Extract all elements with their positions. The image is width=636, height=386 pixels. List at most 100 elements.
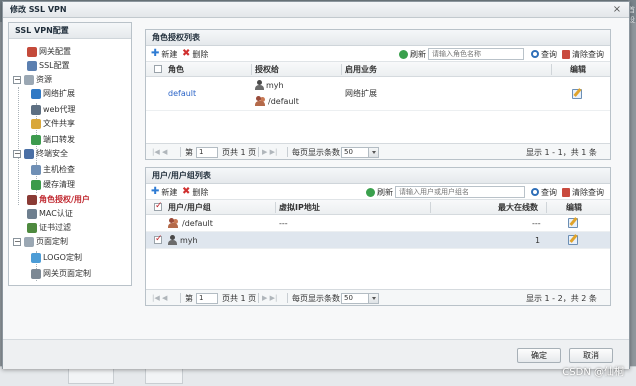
column-header-service: 启用业务 (345, 64, 377, 74)
role-delete-button[interactable]: ✖ 删除 (182, 49, 208, 59)
role-panel-title: 角色授权列表 (146, 30, 610, 46)
sidebar-item-label: 终端安全 (36, 149, 68, 158)
role-search-input[interactable] (428, 48, 524, 60)
user-group-icon (255, 96, 266, 106)
sidebar-item-web-proxy[interactable]: web代理 (31, 103, 76, 117)
edit-icon (568, 218, 578, 228)
table-row[interactable]: /default --- --- (146, 215, 610, 232)
column-header-max-online: 最大在线数 (498, 202, 538, 212)
grant-user: myh (255, 79, 284, 91)
cancel-button[interactable]: 取消 (569, 348, 613, 363)
role-refresh-button[interactable]: 刷新 (399, 49, 426, 59)
collapse-toggle-icon[interactable]: − (13, 76, 21, 84)
plus-icon: ✚ (151, 48, 160, 59)
role-select-all-checkbox[interactable] (154, 62, 162, 76)
table-row[interactable]: default myh /default 网络扩展 (146, 77, 610, 111)
sidebar-item-host-check[interactable]: 主机检查 (31, 163, 75, 177)
per-page-label: 每页显示条数 (292, 293, 340, 303)
per-page-select[interactable]: 50 (341, 292, 379, 304)
sidebar-item-label: 页面定制 (36, 237, 68, 246)
sidebar-item-label: LOGO定制 (43, 253, 82, 262)
role-pagination: |◀ ◀ 第 1 页共 1 页 ▶ ▶| 每页显示条数 50 显示 1 - 1，… (146, 143, 610, 159)
edit-icon (568, 235, 578, 245)
user-select-all-checkbox[interactable] (154, 200, 163, 214)
page-total: 页共 1 页 (222, 293, 257, 303)
close-icon[interactable]: × (611, 4, 623, 16)
next-page-icon[interactable]: ▶ ▶| (262, 292, 277, 304)
search-icon (531, 50, 539, 58)
sidebar-item-mac-auth[interactable]: MAC认证 (27, 207, 73, 221)
gateway-config-icon (27, 47, 37, 57)
user-pagination: |◀ ◀ 第 1 页共 1 页 ▶ ▶| 每页显示条数 50 显示 1 - 2，… (146, 289, 610, 305)
grant-group: /default (255, 95, 299, 107)
sidebar-item-terminal-security[interactable]: − 终端安全 (13, 147, 68, 161)
role-service: 网络扩展 (345, 89, 377, 98)
terminal-security-icon (24, 149, 34, 159)
cache-clean-icon (31, 180, 41, 190)
page-number-input[interactable]: 1 (196, 146, 218, 158)
sidebar-item-cache-clean[interactable]: 缓存清理 (31, 178, 75, 192)
user-row-max-online: --- (532, 218, 541, 228)
role-clear-query-button[interactable]: 清除查询 (562, 49, 604, 59)
user-toolbar: ✚ 新建 ✖ 删除 刷新 查询 清除查询 (146, 184, 610, 200)
column-header-user: 用户/用户组 (168, 202, 211, 212)
sidebar-item-file-share[interactable]: 文件共享 (31, 117, 75, 131)
user-row-max-online: 1 (535, 235, 541, 245)
sidebar-item-page-custom[interactable]: − 页面定制 (13, 235, 68, 249)
confirm-button[interactable]: 确定 (517, 348, 561, 363)
user-group-icon (168, 218, 179, 228)
sidebar-item-label: 文件共享 (43, 119, 75, 128)
sidebar-item-cert-filter[interactable]: 证书过滤 (27, 221, 71, 235)
role-edit-button[interactable] (572, 77, 582, 110)
plus-icon: ✚ (151, 186, 160, 197)
user-edit-button[interactable] (568, 215, 578, 231)
sidebar-item-label: 网关配置 (39, 47, 71, 56)
sidebar-item-gateway-config[interactable]: 网关配置 (27, 45, 71, 59)
user-panel-title: 用户/用户组列表 (146, 168, 610, 184)
user-search-input[interactable] (395, 186, 525, 198)
sidebar-item-logo-custom[interactable]: LOGO定制 (31, 251, 82, 265)
collapse-toggle-icon[interactable]: − (13, 150, 21, 158)
pager-summary: 显示 1 - 2，共 2 条 (526, 293, 597, 303)
role-query-button[interactable]: 查询 (531, 49, 557, 59)
row-checkbox[interactable] (154, 232, 163, 248)
clear-query-icon (562, 187, 570, 197)
refresh-icon (366, 187, 375, 197)
user-query-button[interactable]: 查询 (531, 187, 557, 197)
page-prefix: 第 (185, 293, 193, 303)
sidebar-item-ssl-config[interactable]: SSL配置 (27, 59, 70, 73)
per-page-select[interactable]: 50 (341, 146, 379, 158)
sidebar-item-resource-folder[interactable]: − 资源 (13, 73, 52, 87)
sidebar-item-label: 主机检查 (43, 165, 75, 174)
sidebar-item-label: 端口转发 (43, 135, 75, 144)
user-grid-header: 用户/用户组 虚拟IP地址 最大在线数 编辑 (146, 200, 610, 215)
delete-icon: ✖ (182, 48, 191, 59)
refresh-icon (399, 49, 408, 59)
first-page-icon[interactable]: |◀ ◀ (152, 146, 167, 158)
dialog-title: 修改 SSL VPN (3, 2, 629, 18)
sidebar-item-role-auth[interactable]: 角色授权/用户 (27, 193, 90, 207)
user-row-ip: --- (279, 218, 288, 228)
user-add-button[interactable]: ✚ 新建 (151, 187, 177, 197)
user-edit-button[interactable] (568, 232, 578, 248)
sidebar-item-gateway-page[interactable]: 网关页面定制 (31, 267, 91, 281)
chevron-down-icon (372, 296, 376, 300)
chevron-down-icon (372, 150, 376, 154)
next-page-icon[interactable]: ▶ ▶| (262, 146, 277, 158)
user-group-panel: 用户/用户组列表 ✚ 新建 ✖ 删除 刷新 查询 清除查询 (145, 167, 611, 306)
mac-auth-icon (27, 209, 37, 219)
collapse-toggle-icon[interactable]: − (13, 238, 21, 246)
edit-icon (572, 88, 582, 99)
page-number-input[interactable]: 1 (196, 292, 218, 304)
first-page-icon[interactable]: |◀ ◀ (152, 292, 167, 304)
sidebar-item-label: 网络扩展 (43, 89, 75, 98)
sidebar-item-network-extend[interactable]: 网络扩展 (31, 87, 75, 101)
sidebar-item-port-forward[interactable]: 端口转发 (31, 133, 75, 147)
user-clear-query-button[interactable]: 清除查询 (562, 187, 604, 197)
role-name-link[interactable]: default (168, 77, 196, 110)
role-add-button[interactable]: ✚ 新建 (151, 49, 177, 59)
table-row[interactable]: myh 1 (146, 232, 610, 249)
user-refresh-button[interactable]: 刷新 (366, 187, 393, 197)
user-delete-button[interactable]: ✖ 删除 (182, 187, 208, 197)
sidebar-title: SSL VPN配置 (9, 23, 131, 39)
